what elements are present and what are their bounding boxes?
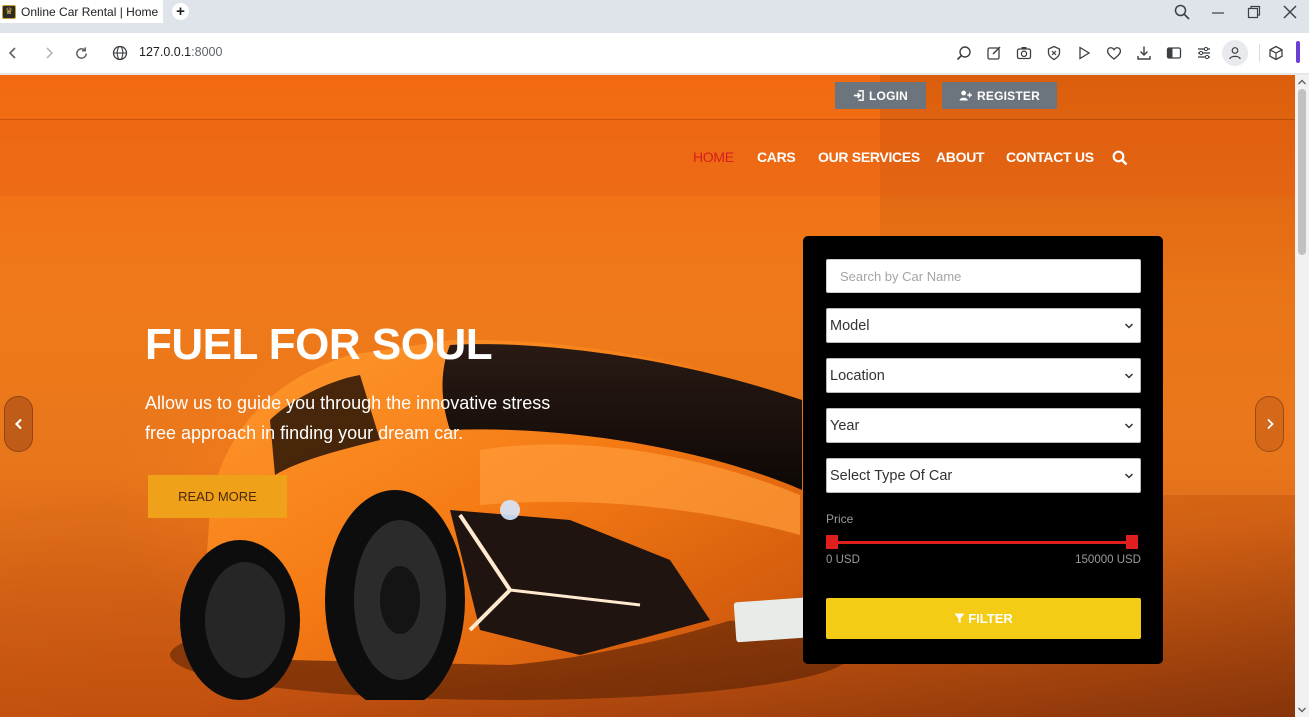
scroll-down-icon[interactable] [1297, 706, 1307, 714]
camera-icon[interactable] [1014, 43, 1034, 63]
browser-tab[interactable]: ♛ Online Car Rental | Home [0, 0, 163, 23]
user-plus-icon [959, 90, 972, 101]
nav-item-about[interactable]: ABOUT [936, 149, 985, 167]
location-select[interactable]: Location [826, 358, 1141, 393]
car-type-select-value: Select Type Of Car [830, 467, 953, 484]
year-select[interactable]: Year [826, 408, 1141, 443]
funnel-icon [954, 613, 965, 624]
car-type-select[interactable]: Select Type Of Car [826, 458, 1141, 493]
year-select-value: Year [830, 417, 860, 434]
price-min-value: 0 USD [826, 554, 860, 566]
read-more-button[interactable]: READ MORE [148, 475, 287, 518]
chevron-down-icon [1124, 373, 1134, 379]
back-icon[interactable] [3, 43, 23, 63]
play-icon[interactable] [1074, 43, 1094, 63]
carousel-prev-button[interactable] [4, 396, 33, 452]
login-label: LOGIN [869, 88, 908, 103]
car-filter-panel: Model Location Year Select Type Of Car P… [803, 236, 1163, 664]
chevron-down-icon [1124, 323, 1134, 329]
hero-banner: LOGIN REGISTER HOME CARS OUR SERVICES AB… [0, 75, 1295, 717]
price-range-track[interactable] [832, 541, 1132, 544]
restore-icon[interactable] [1244, 2, 1264, 22]
chevron-down-icon [1124, 473, 1134, 479]
car-name-search-input[interactable] [826, 259, 1141, 293]
filter-button-label: FILTER [968, 611, 1013, 626]
extension-indicator [1296, 41, 1300, 63]
zoom-search-icon[interactable] [954, 43, 974, 63]
minimize-icon[interactable] [1208, 2, 1228, 22]
register-label: REGISTER [977, 88, 1040, 103]
close-window-icon[interactable] [1280, 2, 1300, 22]
price-label: Price [826, 512, 854, 526]
url-host: 127.0.0.1 [139, 45, 192, 59]
shield-icon[interactable] [1044, 43, 1064, 63]
price-max-handle[interactable] [1126, 535, 1138, 549]
heart-icon[interactable] [1104, 43, 1124, 63]
site-info-icon[interactable] [110, 43, 130, 63]
page-scrollbar[interactable] [1295, 75, 1309, 717]
chevron-left-icon [14, 418, 22, 430]
settings-sliders-icon[interactable] [1194, 43, 1214, 63]
new-tab-button[interactable]: + [172, 3, 189, 20]
tab-title: Online Car Rental | Home [21, 4, 159, 19]
address-bar: 127.0.0.1:8000 [0, 33, 1309, 73]
carousel-next-button[interactable] [1255, 396, 1284, 452]
nav-item-cars[interactable]: CARS [757, 149, 796, 167]
scrollbar-thumb[interactable] [1298, 89, 1306, 255]
browser-tab-bar: ♛ Online Car Rental | Home + [0, 0, 1309, 33]
scroll-up-icon[interactable] [1297, 78, 1307, 86]
search-tabs-icon[interactable] [1172, 2, 1192, 22]
chevron-right-icon [1266, 418, 1274, 430]
location-select-value: Location [830, 367, 885, 384]
model-select-value: Model [830, 317, 870, 334]
login-button[interactable]: LOGIN [835, 82, 926, 109]
price-min-handle[interactable] [826, 535, 838, 549]
nav-item-our-services[interactable]: OUR SERVICES [818, 149, 920, 167]
nav-item-contact-us[interactable]: CONTACT US [1006, 149, 1094, 167]
profile-avatar-icon[interactable] [1222, 40, 1248, 66]
edit-icon[interactable] [984, 43, 1004, 63]
sidebar-icon[interactable] [1164, 43, 1184, 63]
price-max-value: 150000 USD [1075, 554, 1141, 566]
url-field[interactable]: 127.0.0.1:8000 [139, 45, 222, 59]
url-port: :8000 [191, 45, 223, 59]
search-icon[interactable] [1112, 150, 1128, 166]
hero-subtitle: Allow us to guide you through the innova… [145, 393, 551, 443]
hero-title: FUEL FOR SOUL [145, 320, 493, 369]
register-button[interactable]: REGISTER [942, 82, 1057, 109]
reload-icon[interactable] [71, 43, 91, 63]
filter-button[interactable]: FILTER [826, 598, 1141, 639]
model-select[interactable]: Model [826, 308, 1141, 343]
login-icon [853, 90, 864, 101]
nav-item-home[interactable]: HOME [693, 149, 734, 167]
forward-icon[interactable] [39, 43, 59, 63]
chevron-down-icon [1124, 423, 1134, 429]
site-favicon-icon: ♛ [2, 4, 16, 19]
download-icon[interactable] [1134, 43, 1154, 63]
toolbar-divider [1259, 44, 1260, 62]
navigation-bar [0, 120, 1295, 196]
extension-cube-icon[interactable] [1266, 43, 1286, 63]
